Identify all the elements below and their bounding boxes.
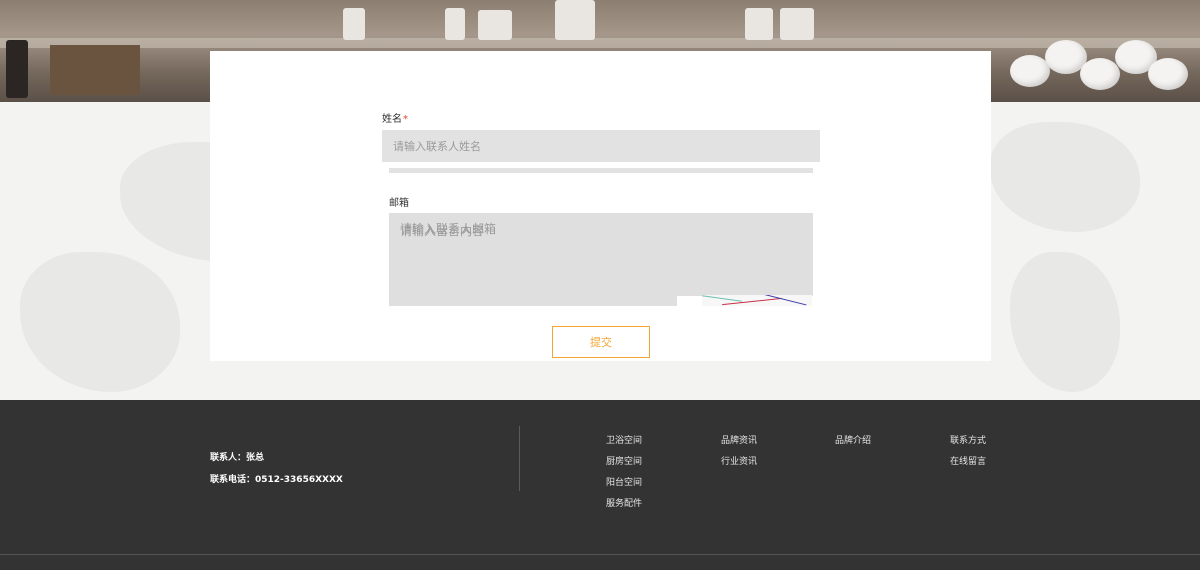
banner-shelf bbox=[0, 38, 1200, 48]
name-label: 姓名* bbox=[382, 110, 408, 125]
banner-bottle bbox=[745, 8, 773, 40]
map-blob bbox=[1010, 252, 1120, 392]
field-separator bbox=[389, 168, 813, 173]
footer-nav-products: 卫浴空间 厨房空间 阳台空间 服务配件 bbox=[606, 436, 686, 520]
name-input[interactable] bbox=[382, 130, 820, 162]
footer-link-brand-intro[interactable]: 品牌介绍 bbox=[835, 436, 915, 457]
footer-link-industry-news[interactable]: 行业资讯 bbox=[721, 457, 801, 478]
banner-basket bbox=[50, 45, 140, 95]
submit-button[interactable]: 提交 bbox=[552, 326, 650, 358]
footer-contact-phone: 联系电话：0512-33656XXXX bbox=[210, 475, 343, 485]
footer-bottom-divider bbox=[0, 554, 1200, 555]
banner-bottle bbox=[555, 0, 595, 40]
required-mark: * bbox=[403, 114, 408, 125]
footer-link-accessories[interactable]: 服务配件 bbox=[606, 499, 686, 520]
footer-contact-person: 联系人：张总 bbox=[210, 453, 265, 463]
map-blob bbox=[20, 252, 180, 392]
banner-bottle bbox=[478, 10, 512, 40]
site-footer: 联系人：张总 联系电话：0512-33656XXXX 卫浴空间 厨房空间 阳台空… bbox=[0, 400, 1200, 570]
message-form-card bbox=[210, 51, 991, 361]
footer-nav-about: 品牌介绍 bbox=[835, 436, 915, 457]
email-input[interactable] bbox=[389, 219, 589, 239]
footer-link-bathroom[interactable]: 卫浴空间 bbox=[606, 436, 686, 457]
captcha-noise-line bbox=[702, 295, 742, 302]
footer-link-brand-news[interactable]: 品牌资讯 bbox=[721, 436, 801, 457]
footer-link-online-message[interactable]: 在线留言 bbox=[950, 457, 1030, 478]
banner-towel bbox=[1080, 58, 1120, 90]
footer-divider bbox=[519, 426, 520, 491]
banner-bottle bbox=[780, 8, 814, 40]
map-blob bbox=[990, 122, 1140, 232]
footer-link-contact[interactable]: 联系方式 bbox=[950, 436, 1030, 457]
banner-towel bbox=[1010, 55, 1050, 87]
banner-bottle bbox=[445, 8, 465, 40]
footer-nav-news: 品牌资讯 行业资讯 bbox=[721, 436, 801, 478]
email-label: 邮箱 bbox=[389, 198, 409, 209]
footer-nav-contact: 联系方式 在线留言 bbox=[950, 436, 1030, 478]
name-label-text: 姓名 bbox=[382, 114, 402, 125]
captcha-noise-line bbox=[762, 295, 807, 306]
banner-bottle bbox=[343, 8, 365, 40]
captcha-image[interactable] bbox=[702, 295, 812, 306]
banner-jar bbox=[6, 40, 28, 98]
footer-link-kitchen[interactable]: 厨房空间 bbox=[606, 457, 686, 478]
footer-link-balcony[interactable]: 阳台空间 bbox=[606, 478, 686, 499]
banner-towel bbox=[1148, 58, 1188, 90]
